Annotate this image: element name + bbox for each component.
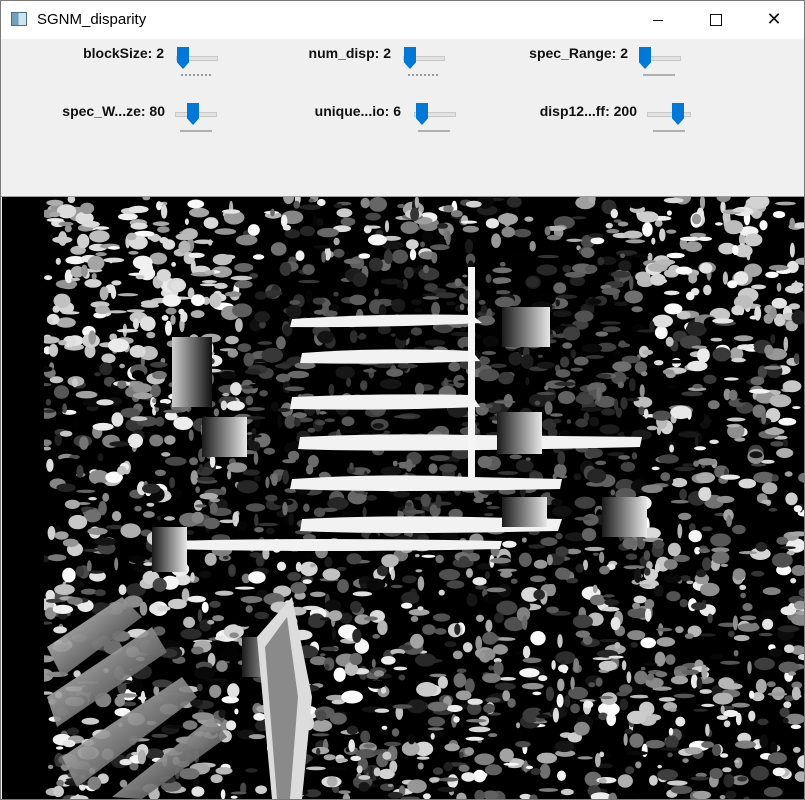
trackbar-thumb-blocksize[interactable] (177, 47, 189, 69)
trackbar-spec-range: spec_Range: 2 (461, 41, 701, 81)
trackbar-label-spec-range: spec_Range: 2 (529, 45, 628, 61)
trackbar-ticks-blocksize (181, 74, 211, 80)
trackbar-uniqueness: unique...io: 6 (261, 99, 501, 139)
trackbar-thumb-spec-window[interactable] (187, 103, 199, 125)
minimize-button[interactable] (629, 1, 687, 39)
trackbar-thumb-disp12[interactable] (672, 103, 684, 125)
trackbar-thumb-uniqueness[interactable] (416, 103, 428, 125)
minimize-icon (653, 19, 663, 21)
trackbar-ticks-spec-range (643, 74, 675, 80)
trackbar-panel: blockSize: 2 num_disp: 2 spec_Range: 2 s… (1, 39, 804, 197)
window-title: SGNM_disparity (37, 11, 147, 28)
sgnm-window: SGNM_disparity ✕ blockSize: 2 num_disp: … (0, 0, 805, 800)
trackbar-spec-window: spec_W...ze: 80 (1, 99, 261, 139)
trackbar-thumb-spec-range[interactable] (639, 47, 651, 69)
maximize-icon (710, 14, 722, 26)
trackbar-disp12: disp12...ff: 200 (481, 99, 721, 139)
trackbar-ticks-num-disp (408, 74, 438, 80)
trackbar-blocksize: blockSize: 2 (1, 41, 261, 81)
maximize-button[interactable] (687, 1, 745, 39)
trackbar-ticks-spec-window (180, 130, 212, 136)
trackbar-num-disp: num_disp: 2 (241, 41, 481, 81)
trackbar-label-blocksize: blockSize: 2 (83, 45, 164, 61)
close-icon: ✕ (766, 9, 782, 30)
trackbar-label-num-disp: num_disp: 2 (308, 45, 391, 61)
trackbar-thumb-num-disp[interactable] (404, 47, 416, 69)
title-bar[interactable]: SGNM_disparity ✕ (1, 1, 804, 39)
app-icon (11, 12, 27, 26)
disparity-map-graphic (2, 197, 804, 799)
trackbar-track-disp12[interactable] (647, 112, 691, 117)
trackbar-label-spec-window: spec_W...ze: 80 (62, 103, 165, 119)
disparity-map-image (2, 197, 804, 799)
trackbar-ticks-uniqueness (418, 130, 450, 136)
trackbar-ticks-disp12 (653, 130, 685, 136)
close-button[interactable]: ✕ (745, 1, 803, 39)
trackbar-label-uniqueness: unique...io: 6 (314, 103, 401, 119)
trackbar-label-disp12: disp12...ff: 200 (539, 103, 637, 119)
